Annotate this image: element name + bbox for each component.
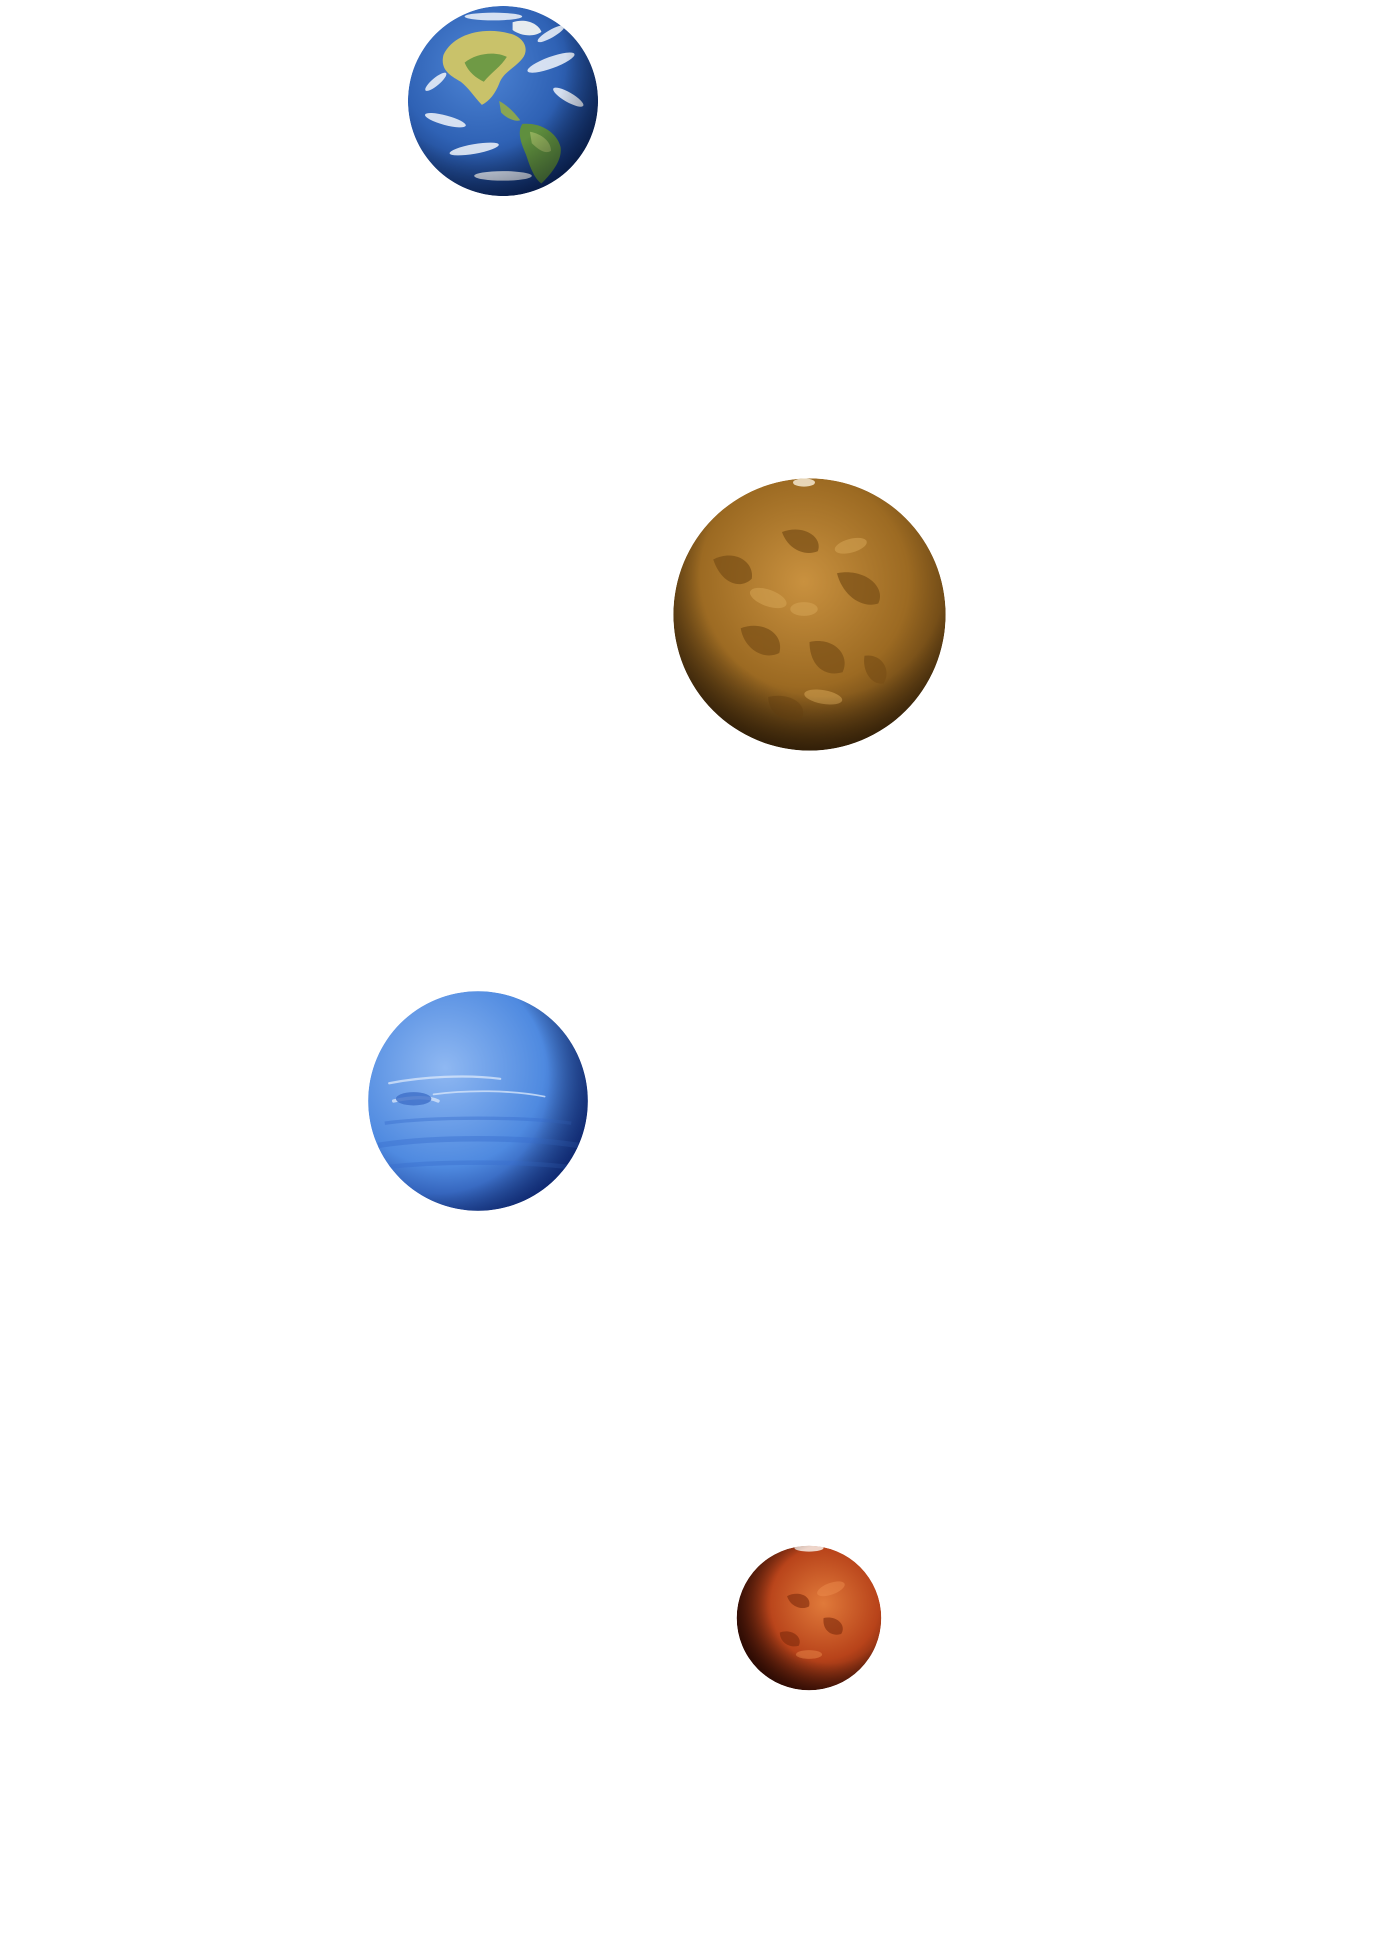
mars-planet bbox=[736, 1545, 882, 1691]
venus-planet bbox=[673, 478, 946, 751]
neptune-planet bbox=[368, 991, 588, 1211]
planet-scene bbox=[0, 0, 1375, 1945]
earth-planet bbox=[407, 5, 599, 197]
